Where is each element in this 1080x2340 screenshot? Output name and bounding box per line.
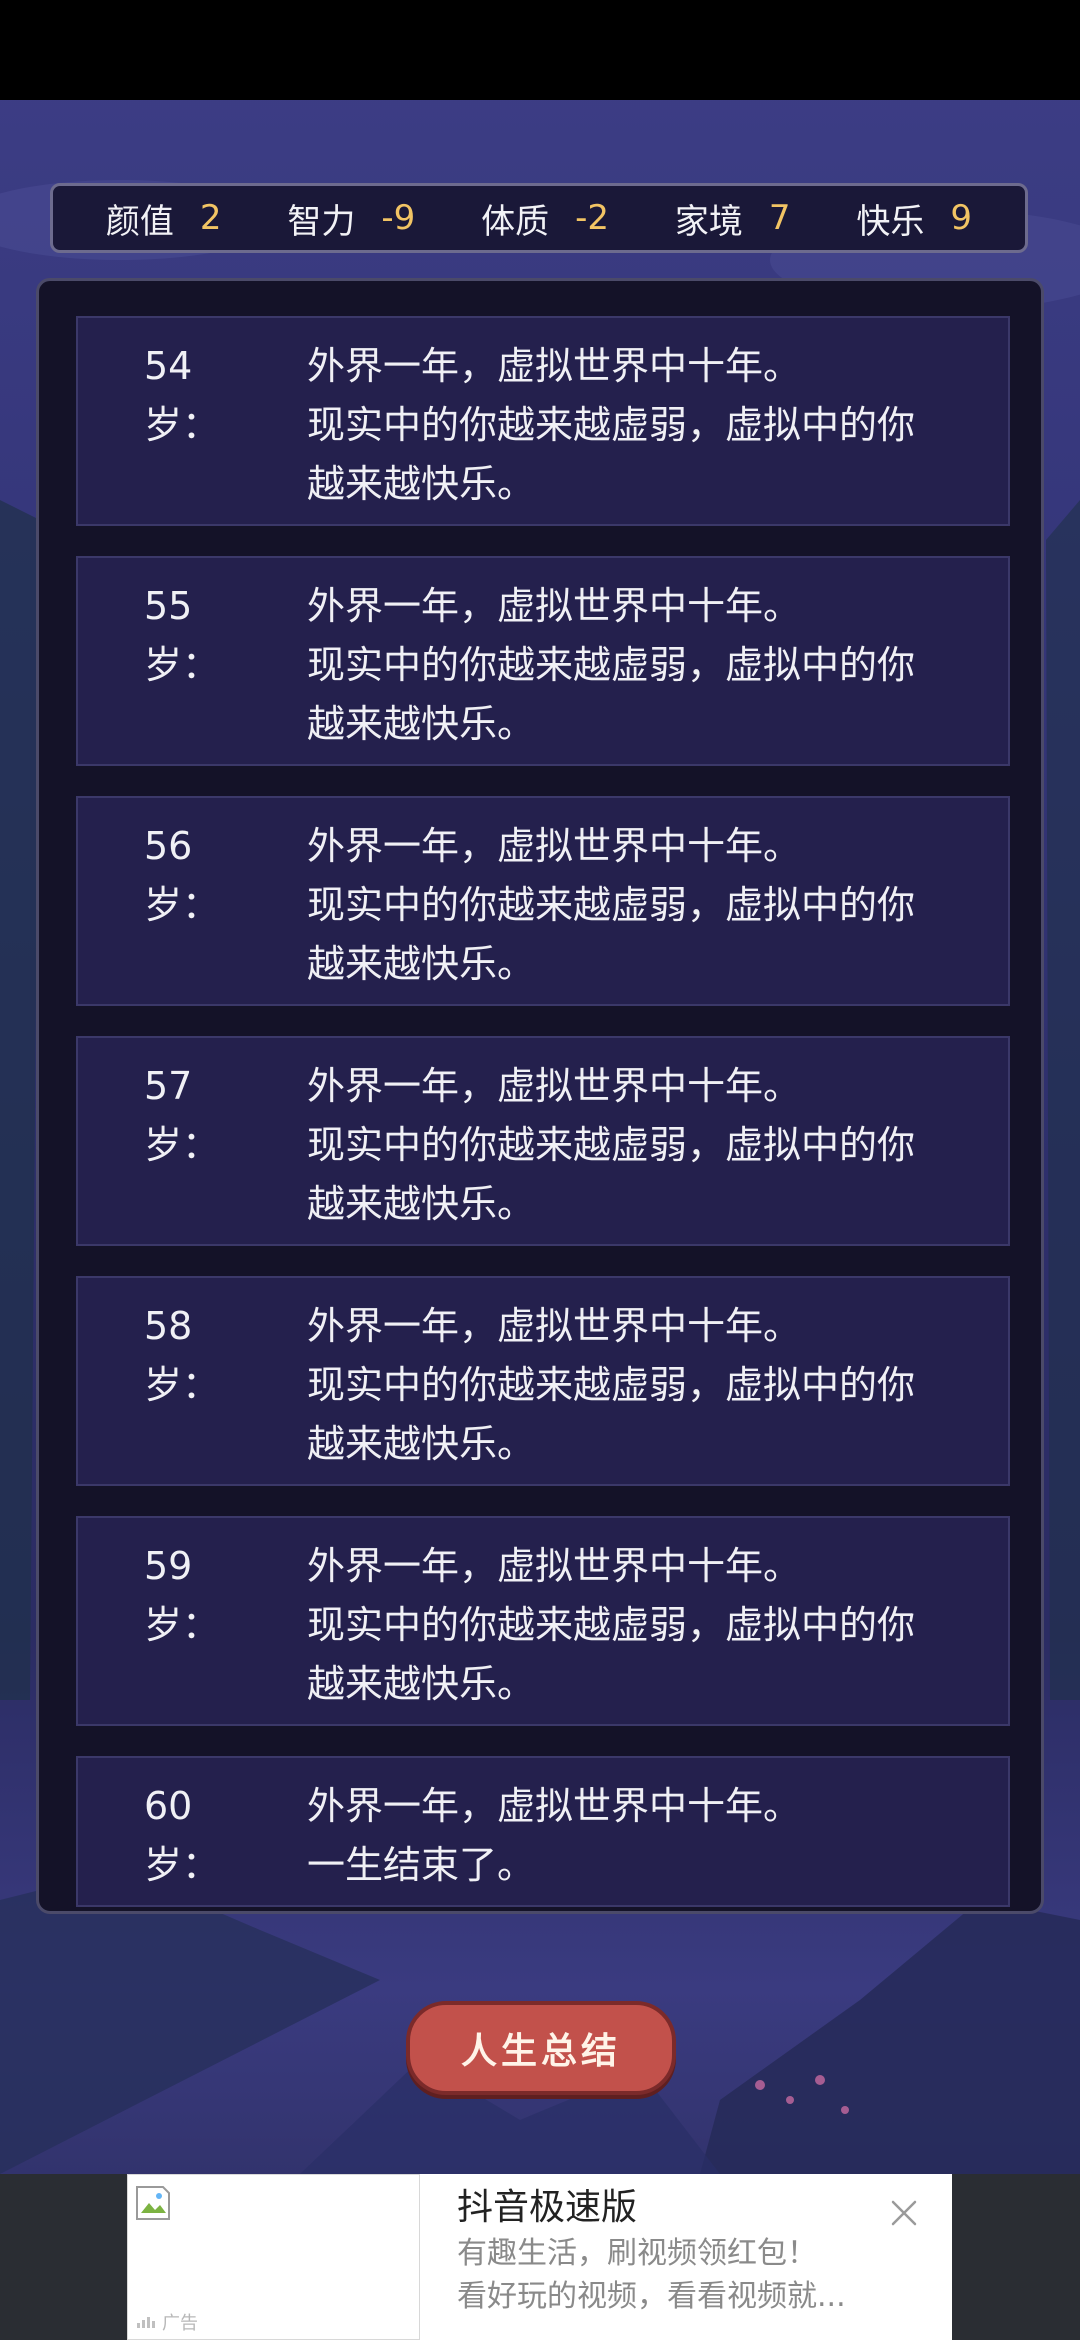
log-entry: 55岁： 外界一年，虚拟世界中十年。 现实中的你越来越虚弱，虚拟中的你 越来越快… — [76, 556, 1010, 766]
broken-image-icon — [136, 2186, 170, 2220]
log-entry: 56岁： 外界一年，虚拟世界中十年。 现实中的你越来越虚弱，虚拟中的你 越来越快… — [76, 796, 1010, 1006]
entry-line: 现实中的你越来越虚弱，虚拟中的你 — [307, 403, 916, 447]
entry-line: 外界一年，虚拟世界中十年。 — [307, 1304, 802, 1348]
entry-age: 56岁： — [144, 824, 221, 927]
entry-line: 越来越快乐。 — [307, 942, 536, 986]
stat-label: 快乐 — [856, 201, 925, 242]
entry-age: 57岁： — [144, 1064, 221, 1167]
stat-value: -9 — [381, 198, 416, 238]
log-entry: 59岁： 外界一年，虚拟世界中十年。 现实中的你越来越虚弱，虚拟中的你 越来越快… — [76, 1516, 1010, 1726]
entry-age: 58岁： — [144, 1304, 221, 1407]
log-entry: 58岁： 外界一年，虚拟世界中十年。 现实中的你越来越虚弱，虚拟中的你 越来越快… — [76, 1276, 1010, 1486]
entry-line: 越来越快乐。 — [307, 1662, 536, 1706]
stat-label: 颜值 — [105, 201, 174, 242]
entry-text: 外界一年，虚拟世界中十年。 现实中的你越来越虚弱，虚拟中的你 越来越快乐。 — [307, 817, 967, 994]
life-log-list: 54岁： 外界一年，虚拟世界中十年。 现实中的你越来越虚弱，虚拟中的你 越来越快… — [76, 316, 1010, 1937]
ad-mark-icon — [137, 2317, 155, 2328]
entry-line: 外界一年，虚拟世界中十年。 — [307, 1064, 802, 1108]
entry-line: 外界一年，虚拟世界中十年。 — [307, 824, 802, 868]
entry-age: 55岁： — [144, 584, 221, 687]
stat-label: 智力 — [287, 201, 356, 242]
stat-value: 9 — [950, 198, 973, 238]
entry-line: 外界一年，虚拟世界中十年。 — [307, 584, 802, 628]
entry-line: 外界一年，虚拟世界中十年。 — [307, 1544, 802, 1588]
log-entry: 57岁： 外界一年，虚拟世界中十年。 现实中的你越来越虚弱，虚拟中的你 越来越快… — [76, 1036, 1010, 1246]
log-entry: 54岁： 外界一年，虚拟世界中十年。 现实中的你越来越虚弱，虚拟中的你 越来越快… — [76, 316, 1010, 526]
entry-age: 60岁： — [144, 1784, 221, 1887]
entry-text: 外界一年，虚拟世界中十年。 现实中的你越来越虚弱，虚拟中的你 越来越快乐。 — [307, 1297, 967, 1474]
ad-title[interactable]: 抖音极速版 — [457, 2178, 637, 2230]
life-log-panel[interactable]: 54岁： 外界一年，虚拟世界中十年。 现实中的你越来越虚弱，虚拟中的你 越来越快… — [36, 278, 1044, 1914]
stat-label: 家境 — [674, 201, 743, 242]
entry-line: 现实中的你越来越虚弱，虚拟中的你 — [307, 643, 916, 687]
entry-text: 外界一年，虚拟世界中十年。 现实中的你越来越虚弱，虚拟中的你 越来越快乐。 — [307, 577, 967, 754]
entry-age: 59岁： — [144, 1544, 221, 1647]
entry-text: 外界一年，虚拟世界中十年。 现实中的你越来越虚弱，虚拟中的你 越来越快乐。 — [307, 1057, 967, 1234]
entry-text: 外界一年，虚拟世界中十年。 现实中的你越来越虚弱，虚拟中的你 越来越快乐。 — [307, 1537, 967, 1714]
ad-description[interactable]: 有趣生活，刷视频领红包！ 看好玩的视频，看看视频就... — [457, 2232, 897, 2318]
entry-line: 外界一年，虚拟世界中十年。 — [307, 344, 802, 388]
log-entry: 60岁： 外界一年，虚拟世界中十年。 一生结束了。 — [76, 1756, 1010, 1907]
ad-image[interactable]: 广告 — [127, 2174, 420, 2340]
stat-appearance: 颜值 2 — [106, 194, 222, 243]
ad-mark: 广告 — [136, 2309, 198, 2335]
attribute-stats-bar: 颜值 2 智力 -9 体质 -2 家境 7 快乐 9 — [50, 183, 1028, 253]
entry-line: 越来越快乐。 — [307, 462, 536, 506]
stat-happiness: 快乐 9 — [856, 194, 972, 243]
stat-value: -2 — [575, 198, 610, 238]
entry-line: 外界一年，虚拟世界中十年。 — [307, 1784, 802, 1828]
stat-value: 2 — [199, 198, 222, 238]
stat-constitution: 体质 -2 — [481, 194, 609, 243]
close-icon[interactable] — [887, 2196, 921, 2230]
stat-value: 7 — [768, 198, 791, 238]
stat-family: 家境 7 — [675, 194, 791, 243]
entry-line: 越来越快乐。 — [307, 702, 536, 746]
stat-label: 体质 — [481, 201, 550, 242]
entry-line: 现实中的你越来越虚弱，虚拟中的你 — [307, 1603, 916, 1647]
entry-line: 现实中的你越来越虚弱，虚拟中的你 — [307, 1363, 916, 1407]
ad-desc-line: 有趣生活，刷视频领红包！ — [457, 2236, 817, 2271]
stat-intelligence: 智力 -9 — [287, 194, 415, 243]
ad-banner[interactable]: 广告 抖音极速版 有趣生活，刷视频领红包！ 看好玩的视频，看看视频就... — [127, 2174, 952, 2340]
status-bar — [0, 0, 1080, 100]
entry-line: 越来越快乐。 — [307, 1422, 536, 1466]
entry-line: 一生结束了。 — [307, 1843, 536, 1887]
ad-desc-line: 看好玩的视频，看看视频就... — [457, 2279, 846, 2314]
entry-text: 外界一年，虚拟世界中十年。 现实中的你越来越虚弱，虚拟中的你 越来越快乐。 — [307, 337, 967, 514]
entry-text: 外界一年，虚拟世界中十年。 一生结束了。 — [307, 1777, 967, 1895]
entry-line: 现实中的你越来越虚弱，虚拟中的你 — [307, 1123, 916, 1167]
entry-line: 现实中的你越来越虚弱，虚拟中的你 — [307, 883, 916, 927]
life-summary-button[interactable]: 人生总结 — [406, 2001, 676, 2095]
entry-line: 越来越快乐。 — [307, 1182, 536, 1226]
entry-age: 54岁： — [144, 344, 221, 447]
ad-mark-label: 广告 — [162, 2313, 198, 2334]
